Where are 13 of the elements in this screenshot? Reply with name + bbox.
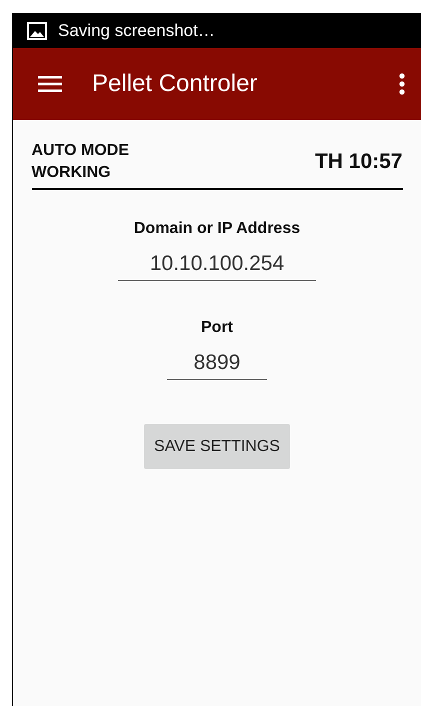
notification-text: Saving screenshot…	[58, 21, 215, 41]
mode-status-text: WORKING	[32, 164, 112, 182]
mode-status-text: AUTO MODE	[32, 142, 129, 160]
save-settings-button[interactable]: SAVE SETTINGS	[144, 424, 290, 469]
field-label: Domain or IP Address	[134, 220, 300, 238]
image-icon	[27, 22, 47, 40]
input-field[interactable]: 8899	[167, 349, 267, 380]
time-text: TH 10:57	[314, 150, 402, 174]
app-title: Pellet Controler	[92, 70, 258, 98]
field-label: Port	[201, 319, 233, 337]
input-field[interactable]: 10.10.100.254	[118, 250, 316, 281]
more-options-icon[interactable]	[399, 73, 405, 95]
menu-icon[interactable]	[38, 76, 62, 92]
